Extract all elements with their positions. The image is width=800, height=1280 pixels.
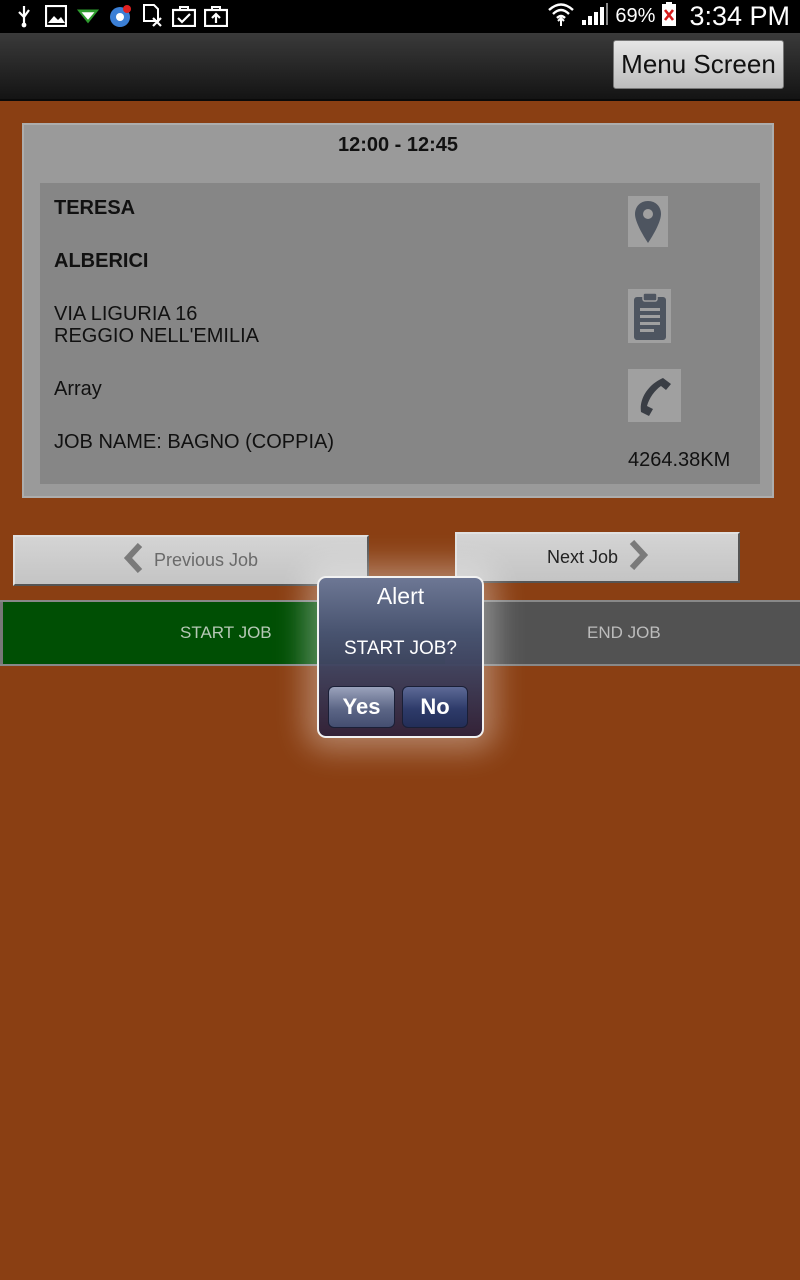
start-job-label: START JOB — [180, 623, 272, 642]
customer-first-name: TERESA — [54, 197, 136, 219]
status-right: 69% 3:34 PM — [547, 0, 790, 33]
distance-label: 4264.38KM — [628, 449, 731, 471]
alert-title: Alert — [376, 583, 425, 609]
job-details: TERESA ALBERICI VIA LIGURIA 16 REGGIO NE… — [40, 183, 760, 484]
download-icon — [76, 4, 100, 28]
previous-job-label: Previous Job — [153, 550, 259, 570]
status-bar: 69% 3:34 PM — [0, 0, 800, 33]
clock: 3:34 PM — [689, 1, 790, 31]
battery-icon — [661, 1, 677, 32]
briefcase-upload-icon — [204, 4, 228, 28]
action-bar: Menu Screen — [0, 33, 800, 101]
signal-icon — [581, 2, 609, 31]
job-time-range: 12:00 - 12:45 — [337, 134, 459, 156]
no-button[interactable]: No — [402, 686, 468, 728]
chrome-notification-icon — [108, 4, 132, 28]
job-card: 12:00 - 12:45 TERESA ALBERICI VIA LIGURI… — [22, 123, 774, 498]
menu-screen-button[interactable]: Menu Screen — [613, 40, 784, 89]
image-icon — [44, 4, 68, 28]
job-name: JOB NAME: BAGNO (COPPIA) — [54, 431, 335, 453]
sim-icon — [140, 4, 164, 28]
end-job-label: END JOB — [587, 623, 661, 642]
usb-icon — [12, 4, 36, 28]
phone-text: Array — [54, 378, 102, 400]
next-job-label: Next Job — [546, 547, 619, 567]
chevron-left-icon — [123, 542, 144, 578]
clipboard-icon[interactable] — [628, 289, 671, 343]
next-job-button[interactable]: Next Job — [455, 532, 740, 583]
phone-icon[interactable] — [628, 369, 681, 422]
wifi-icon — [547, 1, 575, 32]
previous-job-button[interactable]: Previous Job — [13, 535, 369, 586]
briefcase-check-icon — [172, 4, 196, 28]
notification-icons — [12, 4, 228, 28]
alert-dialog: Alert START JOB? Yes No — [317, 576, 484, 738]
alert-message: START JOB? — [344, 638, 457, 659]
battery-percent: 69% — [615, 5, 656, 27]
yes-button[interactable]: Yes — [328, 686, 395, 728]
chevron-right-icon — [628, 539, 649, 575]
map-pin-icon[interactable] — [628, 196, 668, 247]
address-line-1: VIA LIGURIA 16 — [54, 303, 198, 325]
address-line-2: REGGIO NELL'EMILIA — [54, 325, 259, 347]
customer-last-name: ALBERICI — [54, 250, 149, 272]
end-job-button[interactable]: END JOB — [445, 602, 800, 664]
